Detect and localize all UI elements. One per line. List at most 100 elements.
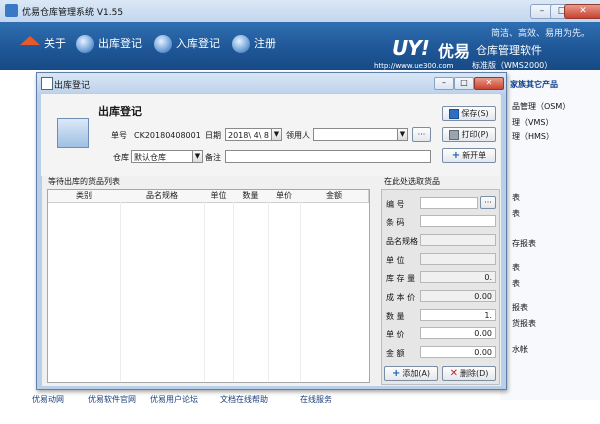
- app-icon: [5, 4, 18, 17]
- cost-label: 成 本 价: [386, 293, 416, 302]
- form-title: 出库登记: [98, 105, 142, 118]
- column-header[interactable]: 单位: [204, 190, 234, 203]
- receiver-browse-button[interactable]: ···: [412, 127, 431, 142]
- save-button[interactable]: 保存(S): [442, 106, 496, 121]
- delete-button[interactable]: ✕ 删除(D): [442, 366, 496, 381]
- date-dropdown[interactable]: ▼: [271, 128, 282, 141]
- date-field[interactable]: 2018\ 4\ 8: [225, 128, 272, 141]
- date-label: 日期: [205, 131, 221, 140]
- dialog-maximize-button[interactable]: □: [454, 77, 474, 90]
- report-item[interactable]: 表: [512, 208, 520, 219]
- globe-icon: [76, 35, 94, 53]
- column-divider: [268, 202, 269, 381]
- order-no-label: 单号: [111, 131, 127, 140]
- stock-label: 库 存 量: [386, 274, 416, 283]
- pending-list-label: 等待出库的货品列表: [48, 177, 120, 186]
- bottom-link[interactable]: 优易软件官网: [88, 394, 136, 405]
- product-item[interactable]: 理（VMS）: [512, 117, 553, 128]
- code-browse-button[interactable]: ···: [480, 196, 496, 209]
- column-divider: [120, 202, 121, 381]
- price-label: 单 价: [386, 330, 405, 339]
- document-icon: [57, 118, 89, 148]
- column-header[interactable]: 数量: [233, 190, 269, 203]
- column-header[interactable]: 金额: [300, 190, 369, 203]
- save-icon: [449, 108, 460, 119]
- plus-icon: +: [391, 367, 401, 379]
- add-button[interactable]: + 添加(A): [384, 366, 438, 381]
- close-button[interactable]: ✕: [564, 4, 600, 19]
- brand-name: 仓库管理软件: [476, 44, 542, 57]
- spec-field: [420, 234, 496, 246]
- column-header[interactable]: 单价: [268, 190, 301, 203]
- qty-field[interactable]: 1.: [420, 309, 496, 321]
- dialog-minimize-button[interactable]: –: [434, 77, 454, 90]
- unit-field: [420, 253, 496, 265]
- dialog-title-bar: 出库登记 – □ ✕: [37, 73, 506, 93]
- receiver-field[interactable]: [313, 128, 398, 141]
- warehouse-dropdown[interactable]: ▼: [192, 150, 203, 163]
- report-item[interactable]: 水帐: [512, 344, 528, 355]
- report-item[interactable]: 表: [512, 192, 520, 203]
- globe-icon: [154, 35, 172, 53]
- amount-label: 金 额: [386, 349, 405, 358]
- unit-label: 单 位: [386, 256, 405, 265]
- brand-logo: UY!: [392, 36, 430, 60]
- home-icon: [20, 35, 40, 45]
- report-item[interactable]: 报表: [512, 302, 528, 313]
- code-field[interactable]: [420, 197, 478, 209]
- new-order-button[interactable]: + 新开单: [442, 148, 496, 163]
- pending-items-table[interactable]: 类别 品名规格 单位 数量 单价 金额: [47, 189, 370, 383]
- remark-label: 备注: [205, 153, 221, 162]
- report-item[interactable]: 表: [512, 262, 520, 273]
- nav-register[interactable]: 注册: [232, 35, 276, 55]
- column-divider: [300, 202, 301, 381]
- globe-icon: [232, 35, 250, 53]
- delete-icon: ✕: [449, 367, 458, 379]
- toolbar-banner: 关于 出库登记 入库登记 注册 简洁、高效、易用为先。 UY! 优易 仓库管理软…: [0, 22, 600, 70]
- report-item[interactable]: 表: [512, 278, 520, 289]
- nav-outbound[interactable]: 出库登记: [76, 35, 142, 55]
- bottom-link[interactable]: 文档在线帮助: [220, 394, 268, 405]
- bottom-link[interactable]: 优易动网: [32, 394, 64, 405]
- order-no-field: CK20180408001: [131, 128, 201, 141]
- brand-url: http://www.ue300.com: [374, 62, 454, 70]
- barcode-label: 条 码: [386, 218, 405, 227]
- price-field[interactable]: 0.00: [420, 327, 496, 339]
- dialog-title: 出库登记: [54, 81, 91, 91]
- warehouse-label: 仓库: [113, 153, 129, 162]
- code-label: 编 号: [386, 200, 405, 209]
- brand-you: 优易: [438, 42, 471, 61]
- print-button[interactable]: 打印(P): [442, 127, 496, 142]
- receiver-dropdown[interactable]: ▼: [397, 128, 408, 141]
- bottom-link[interactable]: 优易用户论坛: [150, 394, 198, 405]
- column-divider: [204, 202, 205, 381]
- plus-icon: +: [451, 149, 461, 161]
- printer-icon: [449, 129, 460, 140]
- report-item[interactable]: 存报表: [512, 238, 536, 249]
- product-panel-heading: 家族其它产品: [510, 80, 558, 89]
- barcode-field[interactable]: [420, 215, 496, 227]
- slogan: 简洁、高效、易用为先。: [490, 29, 590, 39]
- amount-field[interactable]: 0.00: [420, 346, 496, 358]
- nav-inbound[interactable]: 入库登记: [154, 35, 220, 55]
- column-header[interactable]: 类别: [48, 190, 121, 203]
- column-header[interactable]: 品名规格: [120, 190, 205, 203]
- cost-field: 0.00: [420, 290, 496, 302]
- product-item[interactable]: 品管理（OSM）: [512, 101, 570, 112]
- warehouse-select[interactable]: 默认仓库: [131, 150, 193, 163]
- column-divider: [233, 202, 234, 381]
- pick-item-label: 在此处选取货品: [384, 177, 440, 186]
- qty-label: 数 量: [386, 312, 405, 321]
- app-title: 优易仓库管理系统 V1.55: [22, 8, 124, 18]
- stock-field: 0.: [420, 271, 496, 283]
- nav-about[interactable]: 关于: [20, 35, 66, 55]
- spec-label: 品名规格: [386, 237, 418, 246]
- dialog-close-button[interactable]: ✕: [474, 77, 504, 90]
- receiver-label: 领用人: [286, 131, 310, 140]
- report-item[interactable]: 货报表: [512, 318, 536, 329]
- main-title-bar: 优易仓库管理系统 V1.55 – □ ✕: [0, 0, 600, 23]
- remark-field[interactable]: [225, 150, 431, 163]
- bottom-link[interactable]: 在线服务: [300, 394, 332, 405]
- product-item[interactable]: 理（HMS）: [512, 131, 554, 142]
- dialog-icon: [41, 77, 53, 90]
